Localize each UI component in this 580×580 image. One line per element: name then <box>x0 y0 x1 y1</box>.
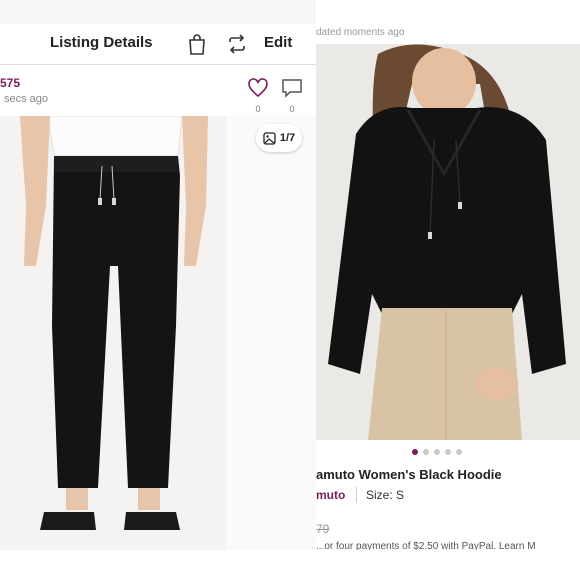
size-label: Size: S <box>366 488 405 502</box>
heart-icon <box>248 78 268 98</box>
gallery-icon <box>263 131 276 145</box>
page-title: Listing Details <box>50 34 153 51</box>
seller-username[interactable]: 575 <box>0 76 20 90</box>
photo-counter-text: 1/7 <box>279 132 296 144</box>
listing-timestamp: secs ago <box>4 93 49 105</box>
product-image-hoodie <box>316 44 580 440</box>
header-divider <box>0 64 316 65</box>
product-image-pants <box>0 116 316 550</box>
bottom-margin <box>0 550 580 580</box>
carousel-dot[interactable] <box>423 449 429 455</box>
payment-promo[interactable]: ...or four payments of $2.50 with PayPal… <box>316 541 536 550</box>
carousel-dots[interactable] <box>412 449 462 455</box>
product-listing-screen: dated moments ago amuto Women's Black Ho… <box>316 0 580 550</box>
carousel-dot[interactable] <box>445 449 451 455</box>
carousel-dot[interactable] <box>456 449 462 455</box>
listing-title: amuto Women's Black Hoodie <box>316 467 502 482</box>
app-header: Listing Details Edit <box>0 24 316 64</box>
product-photo[interactable] <box>316 44 580 440</box>
listing-details-screen: Listing Details Edit 575 secs ago 0 0 1/… <box>0 0 316 550</box>
like-button[interactable]: 0 <box>246 78 270 114</box>
comments-count: 0 <box>289 104 295 114</box>
edit-button[interactable]: Edit <box>264 34 292 51</box>
likes-count: 0 <box>255 104 261 114</box>
comment-icon <box>282 79 302 98</box>
comment-button[interactable]: 0 <box>280 78 304 114</box>
original-price: 79 <box>316 522 330 536</box>
collage-frame: Listing Details Edit 575 secs ago 0 0 1/… <box>0 0 580 580</box>
photo-counter[interactable]: 1/7 <box>256 124 302 152</box>
share-repost-icon[interactable] <box>226 33 248 55</box>
shopping-bag-icon[interactable] <box>187 33 207 55</box>
brand-link[interactable]: muto <box>316 488 345 502</box>
updated-timestamp: dated moments ago <box>316 27 405 38</box>
status-strip <box>0 0 316 24</box>
listing-photo[interactable] <box>0 116 316 550</box>
carousel-dot[interactable] <box>434 449 440 455</box>
carousel-dot-active[interactable] <box>412 449 418 455</box>
divider <box>356 487 357 503</box>
